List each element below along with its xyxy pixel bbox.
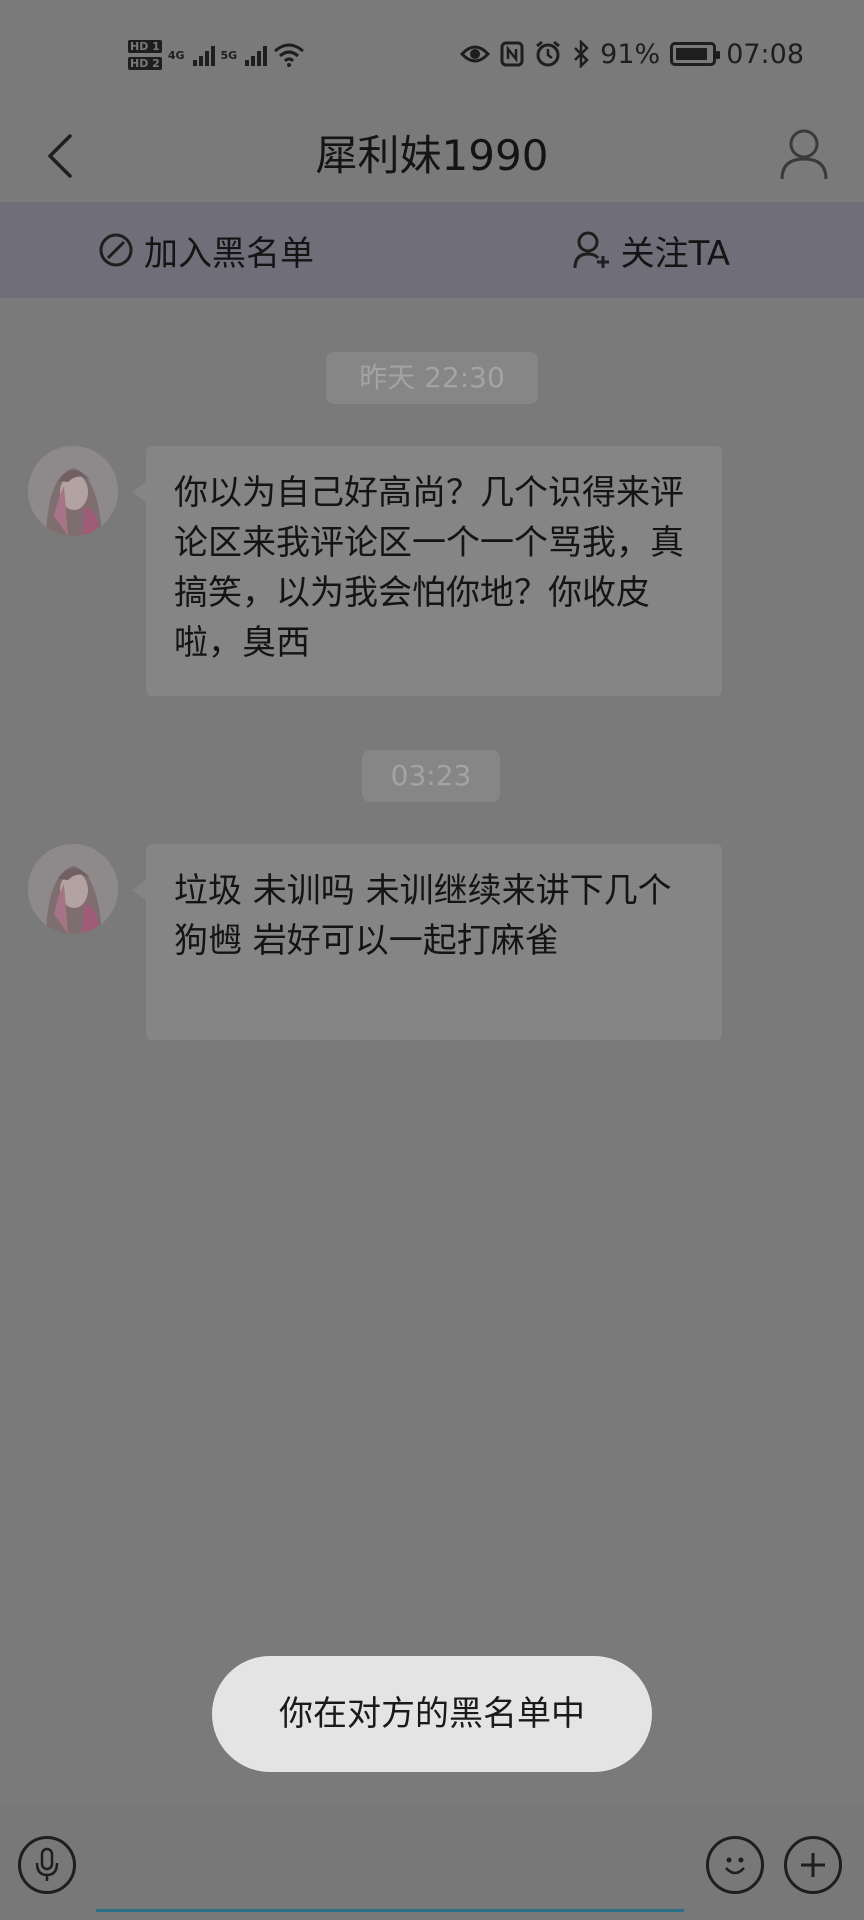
block-icon	[99, 233, 133, 267]
wifi-icon	[274, 43, 305, 67]
blacklist-button[interactable]: 加入黑名单	[0, 202, 414, 298]
battery-icon	[670, 42, 721, 66]
emoji-button[interactable]	[706, 1836, 764, 1894]
message-bubble[interactable]: 垃圾 未训吗 未训继续来讲下几个狗乸 岩好可以一起打麻雀	[132, 844, 722, 1040]
hd1-badge: HD 1	[128, 40, 162, 53]
profile-button[interactable]	[774, 120, 834, 188]
avatar[interactable]	[28, 446, 118, 536]
message-timestamp: 03:23	[362, 750, 500, 802]
network-indicators: HD 1 HD 2 4G 5G	[128, 30, 305, 80]
bluetooth-icon	[574, 40, 589, 68]
hd-badges: HD 1 HD 2	[128, 40, 162, 70]
plus-icon	[801, 1853, 825, 1877]
voice-button[interactable]	[18, 1836, 76, 1894]
battery-percent: 91%	[600, 38, 661, 70]
eye-icon	[460, 45, 491, 63]
avatar[interactable]	[28, 844, 118, 934]
message-bubble[interactable]: 你以为自己好高尚？几个识得来评论区来我评论区一个一个骂我，真搞笑，以为我会怕你地…	[132, 446, 722, 696]
page-title: 犀利妹1990	[315, 131, 549, 180]
follow-button[interactable]: 关注TA	[414, 202, 864, 298]
add-user-icon	[573, 231, 609, 269]
action-bar: 加入黑名单 关注TA	[0, 202, 864, 298]
hd2-badge: HD 2	[128, 57, 162, 70]
alarm-icon	[536, 40, 561, 67]
user-icon	[780, 129, 828, 180]
follow-label: 关注TA	[620, 233, 730, 274]
clock: 07:08	[726, 38, 804, 70]
status-bar: HD 1 HD 2 4G 5G 91% 07:08	[0, 0, 864, 110]
microphone-icon	[35, 1847, 59, 1881]
avatar-image	[28, 446, 118, 536]
message-timestamp: 昨天 22:30	[326, 352, 538, 404]
network-type-1: 4G	[167, 48, 185, 62]
signal-2-icon	[245, 44, 268, 66]
message-input[interactable]	[96, 1824, 684, 1912]
avatar-image	[28, 844, 118, 934]
nfc-icon	[500, 41, 524, 67]
message-input-bar	[0, 1806, 864, 1920]
network-type-2: 5G	[220, 48, 238, 62]
more-button[interactable]	[784, 1836, 842, 1894]
system-indicators: 91% 07:08	[460, 34, 804, 74]
signal-1-icon	[192, 44, 215, 66]
blacklist-label: 加入黑名单	[144, 233, 314, 274]
toast-message: 你在对方的黑名单中	[212, 1656, 652, 1772]
chat-header: 犀利妹1990	[0, 110, 864, 202]
smiley-icon	[725, 1857, 745, 1875]
